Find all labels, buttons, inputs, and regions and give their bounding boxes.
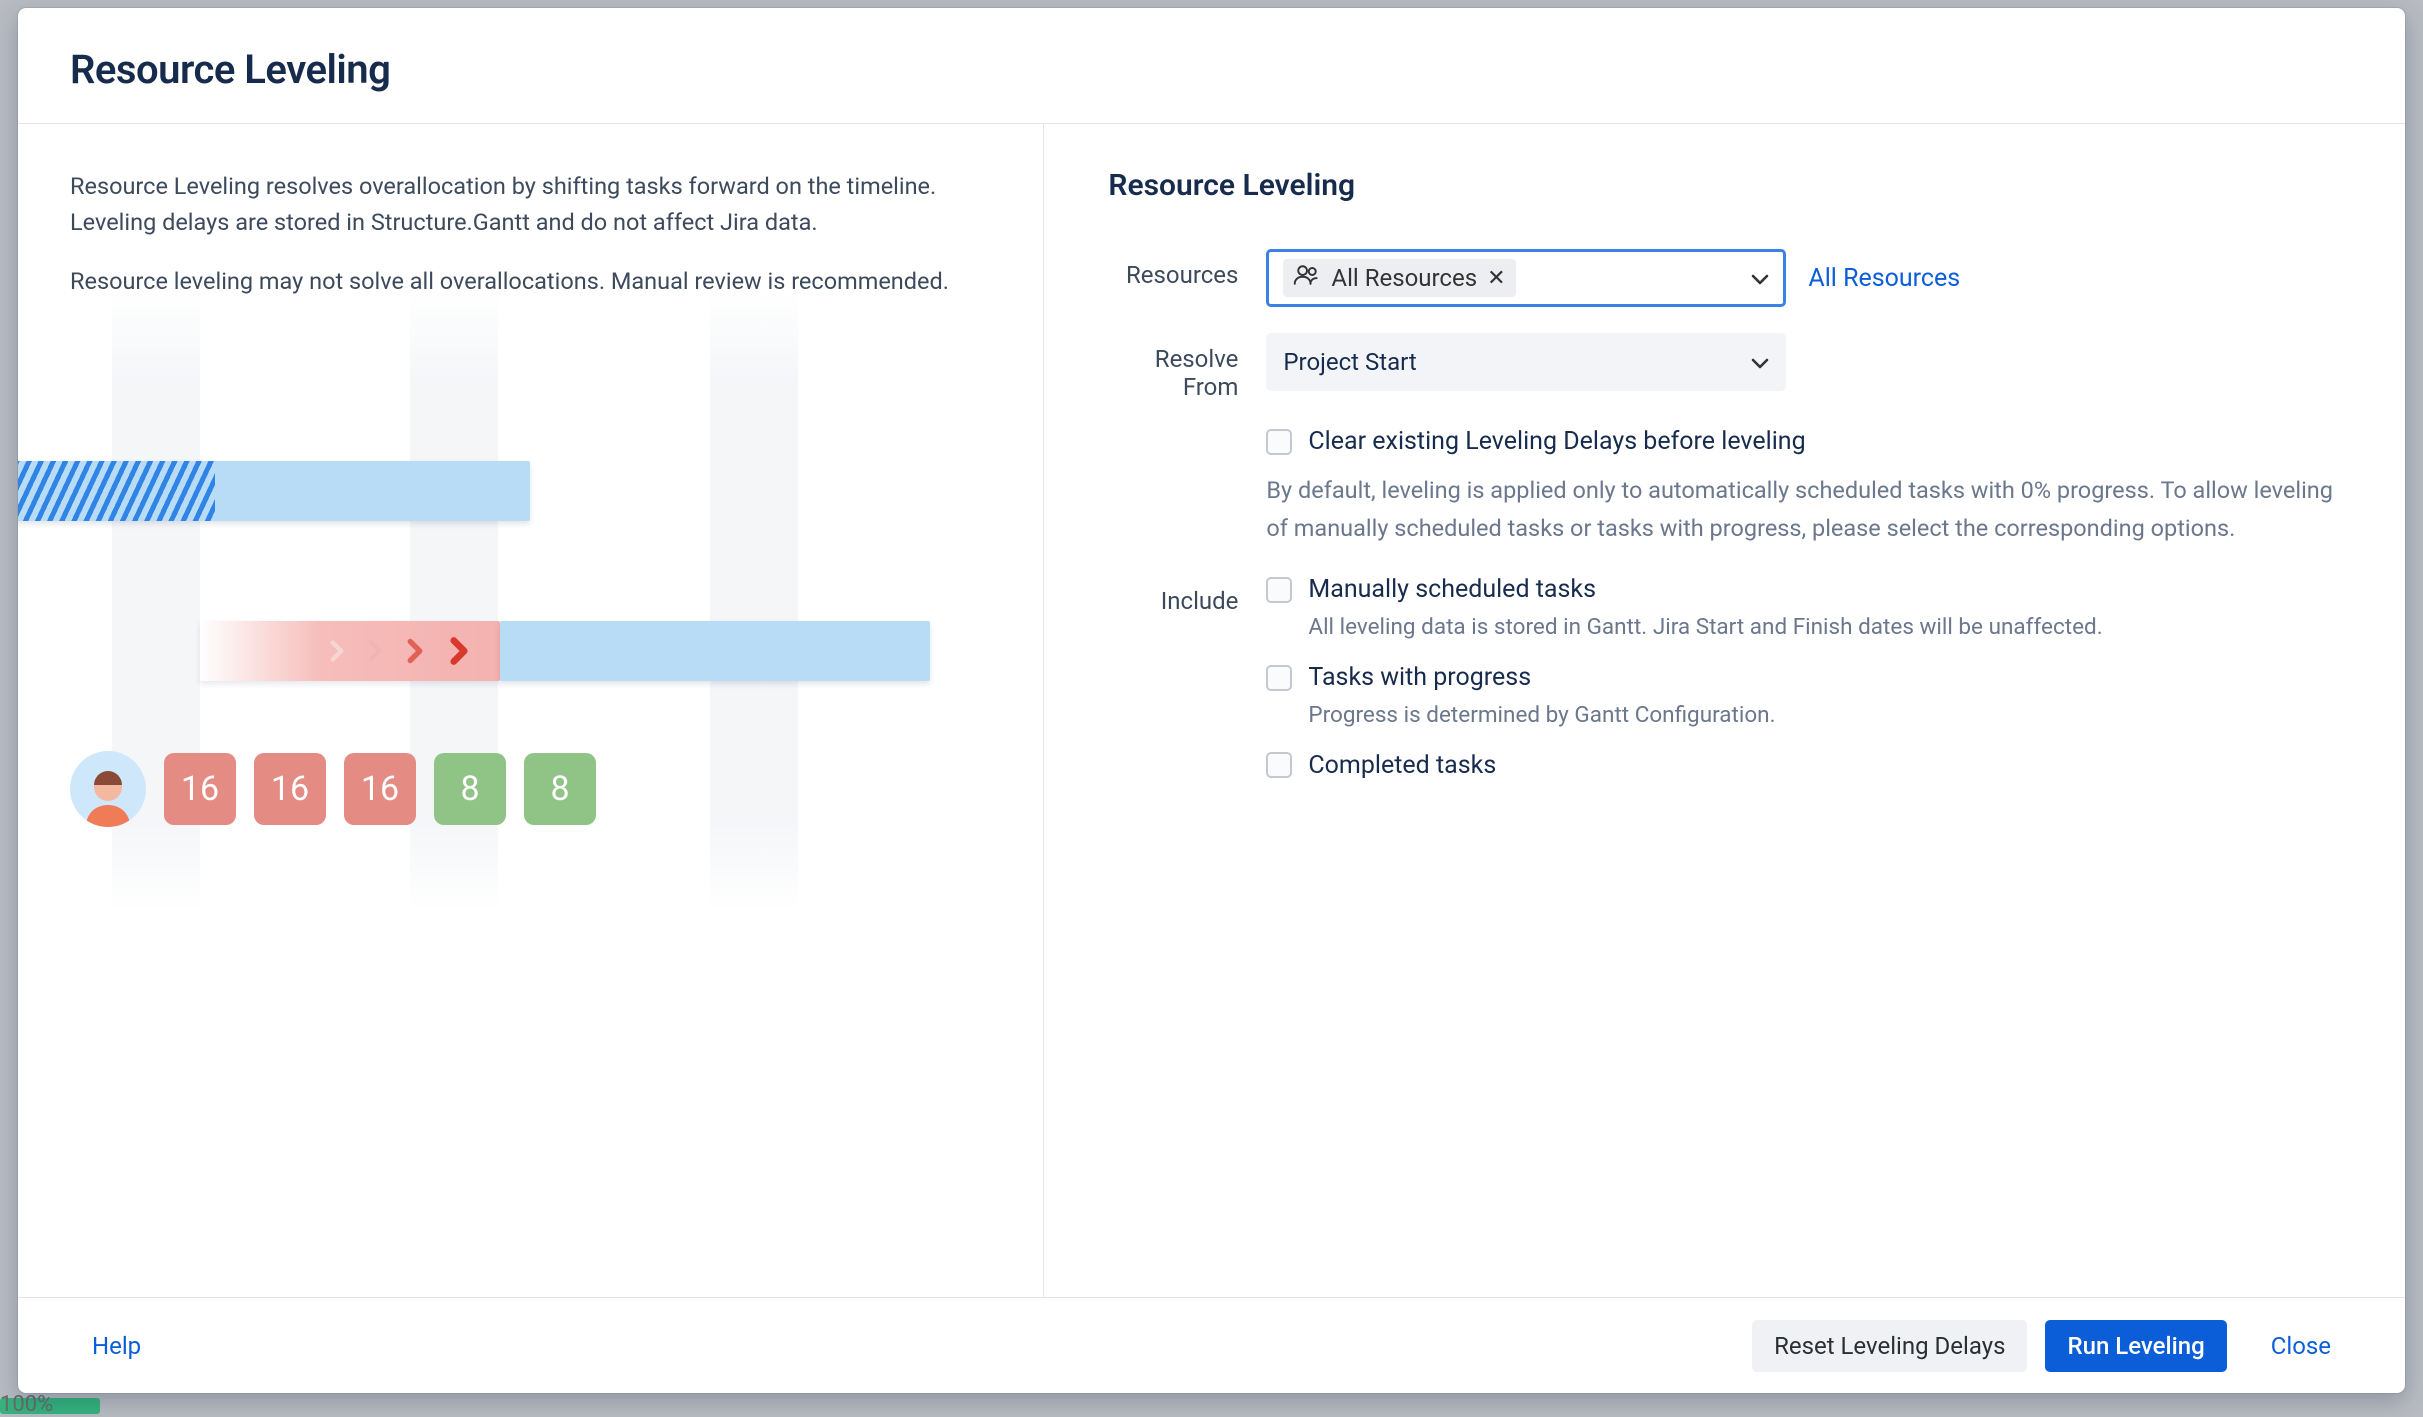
- form-heading: Resource Leveling: [1108, 168, 2353, 203]
- include-progress-label: Tasks with progress: [1308, 663, 1531, 692]
- dialog-footer: Help Reset Leveling Delays Run Leveling …: [18, 1297, 2405, 1393]
- illus-hours-chip: 16: [164, 753, 236, 825]
- checkbox[interactable]: [1266, 665, 1292, 691]
- form-row-resources: Resources: [1108, 249, 2353, 307]
- resource-leveling-dialog: Resource Leveling Resource Leveling reso…: [18, 8, 2405, 1393]
- dialog-header: Resource Leveling: [18, 8, 2405, 124]
- include-manual-label: Manually scheduled tasks: [1308, 575, 1596, 604]
- checkbox[interactable]: [1266, 752, 1292, 778]
- resources-select[interactable]: All Resources ✕: [1266, 249, 1786, 307]
- reset-leveling-delays-button[interactable]: Reset Leveling Delays: [1752, 1320, 2027, 1372]
- form-row-include: Include Manually scheduled tasks All lev…: [1108, 575, 2353, 786]
- chevron-right-icon: [438, 630, 480, 672]
- dialog-left-panel: Resource Leveling resolves overallocatio…: [18, 124, 1044, 1297]
- bg-percent-label: 100%: [0, 1392, 53, 1417]
- chevron-down-icon: [1751, 264, 1769, 292]
- people-icon: [1293, 264, 1321, 292]
- illus-resource-row: 16 16 16 8 8: [70, 751, 596, 827]
- form-row-clear-delays: Clear existing Leveling Delays before le…: [1108, 427, 2353, 569]
- resolve-from-label: Resolve From: [1108, 333, 1266, 401]
- clear-delays-label: Clear existing Leveling Delays before le…: [1308, 427, 1805, 456]
- illus-hours-chip: 8: [434, 753, 506, 825]
- resolve-from-value: Project Start: [1283, 348, 1416, 376]
- include-manual-help: All leveling data is stored in Gantt. Ji…: [1308, 610, 2353, 645]
- intro-paragraph-2: Resource leveling may not solve all over…: [70, 263, 991, 299]
- include-progress-checkbox-row[interactable]: Tasks with progress: [1266, 663, 2353, 692]
- illus-task-bar-hatched: [18, 461, 215, 521]
- include-completed-checkbox-row[interactable]: Completed tasks: [1266, 751, 2353, 780]
- run-leveling-button[interactable]: Run Leveling: [2045, 1320, 2226, 1372]
- resources-label: Resources: [1108, 249, 1266, 289]
- resources-tag-text: All Resources: [1331, 264, 1477, 292]
- chevron-right-icon: [358, 634, 392, 668]
- clear-delays-checkbox-row[interactable]: Clear existing Leveling Delays before le…: [1266, 427, 2353, 456]
- close-button[interactable]: Close: [2249, 1320, 2353, 1372]
- illus-hours-chip: 8: [524, 753, 596, 825]
- include-label: Include: [1108, 575, 1266, 615]
- dialog-body: Resource Leveling resolves overallocatio…: [18, 124, 2405, 1297]
- help-link[interactable]: Help: [70, 1320, 163, 1372]
- include-progress-help: Progress is determined by Gantt Configur…: [1308, 698, 2353, 733]
- chevron-right-icon: [320, 634, 354, 668]
- illus-shift-bar: [200, 621, 500, 681]
- leveling-illustration: 16 16 16 8 8: [70, 321, 991, 881]
- illus-column: [710, 291, 798, 911]
- chevron-down-icon: [1751, 348, 1769, 376]
- all-resources-link[interactable]: All Resources: [1808, 264, 1960, 293]
- chevron-right-icon: [396, 632, 434, 670]
- include-manual-checkbox-row[interactable]: Manually scheduled tasks: [1266, 575, 2353, 604]
- resolve-from-select[interactable]: Project Start: [1266, 333, 1786, 391]
- illus-task-bar-blue: [500, 621, 930, 681]
- default-note: By default, leveling is applied only to …: [1266, 472, 2353, 547]
- checkbox[interactable]: [1266, 429, 1292, 455]
- illus-hours-chip: 16: [344, 753, 416, 825]
- tag-remove-icon[interactable]: ✕: [1487, 266, 1505, 291]
- checkbox[interactable]: [1266, 577, 1292, 603]
- include-completed-label: Completed tasks: [1308, 751, 1496, 780]
- bg-progress-bar: [0, 1398, 100, 1414]
- intro-paragraph-1: Resource Leveling resolves overallocatio…: [70, 168, 991, 241]
- form-row-resolve-from: Resolve From Project Start: [1108, 333, 2353, 401]
- dialog-right-panel: Resource Leveling Resources: [1044, 124, 2405, 1297]
- illus-hours-chip: 16: [254, 753, 326, 825]
- dialog-title: Resource Leveling: [70, 46, 2353, 93]
- resources-tag: All Resources ✕: [1283, 259, 1515, 297]
- avatar-icon: [70, 751, 146, 827]
